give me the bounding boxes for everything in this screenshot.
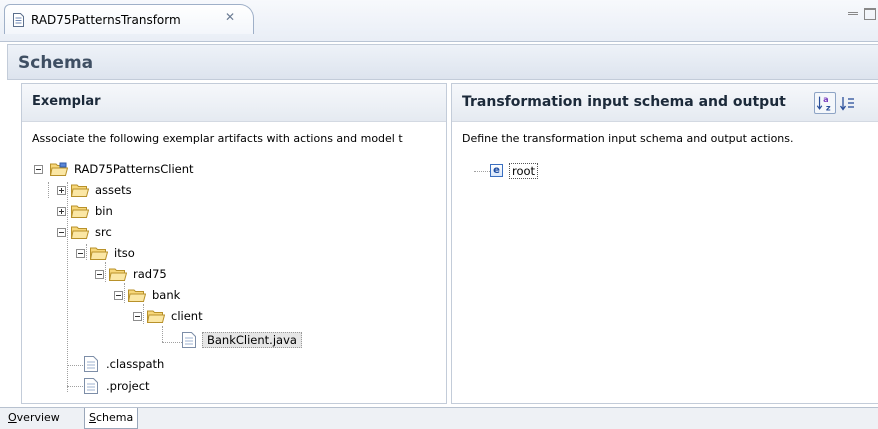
tree-item-label: bank: [152, 288, 181, 302]
folder-icon: [128, 289, 146, 302]
tree-connector: [67, 386, 83, 387]
exemplar-section-header: Exemplar: [22, 84, 446, 122]
file-icon: [84, 378, 98, 394]
tree-connector: [162, 342, 182, 343]
tree-item-label: RAD75PatternsClient: [74, 162, 194, 176]
exemplar-title: Exemplar: [32, 94, 101, 109]
collapse-toggle[interactable]: [34, 165, 43, 174]
file-icon: [84, 356, 98, 372]
transformation-section-header: Transformation input schema and output a…: [452, 84, 878, 122]
element-icon: e: [490, 164, 503, 177]
java-file-icon: [182, 332, 196, 348]
tree-connector: [124, 283, 125, 303]
folder-icon: [147, 310, 165, 323]
tree-item-label: assets: [95, 183, 132, 197]
window-controls: [842, 6, 878, 24]
tab-overview[interactable]: Overview: [4, 408, 64, 429]
tree-connector: [143, 304, 144, 324]
schema-root-element[interactable]: e root: [490, 162, 570, 180]
tab-overview-mnemonic: O: [8, 411, 17, 424]
folder-icon: [71, 226, 89, 239]
page-tab-bar: Overview Schema: [0, 407, 878, 429]
tree-connector: [67, 365, 83, 366]
collapse-toggle[interactable]: [76, 249, 85, 258]
tree-connector: [162, 326, 163, 342]
transformation-description: Define the transformation input schema a…: [462, 132, 794, 145]
expand-toggle[interactable]: [57, 186, 66, 195]
exemplar-section: Exemplar Associate the following exempla…: [21, 83, 447, 404]
tree-item-label: .project: [106, 379, 150, 393]
tree-item-label: src: [95, 225, 112, 239]
tree-item-label: rad75: [133, 267, 167, 281]
collapse-toggle[interactable]: [133, 312, 142, 321]
tab-overview-label: verview: [16, 411, 60, 424]
tree-connector: [105, 262, 106, 282]
exemplar-description: Associate the following exemplar artifac…: [32, 132, 403, 145]
root-element-label: root: [509, 163, 539, 179]
tab-schema-mnemonic: S: [89, 411, 96, 424]
collapse-toggle[interactable]: [114, 291, 123, 300]
tree-connector: [67, 182, 68, 392]
close-icon[interactable]: ✕: [223, 10, 237, 24]
folder-icon: [90, 247, 108, 260]
tree-connector: [48, 182, 49, 198]
tree-item-label: client: [171, 309, 203, 323]
collapse-toggle[interactable]: [95, 270, 104, 279]
tab-schema[interactable]: Schema: [84, 408, 139, 429]
tab-schema-label: chema: [95, 411, 134, 424]
sort-alphabetical-icon[interactable]: a z: [814, 92, 836, 114]
editor-tab-bar: RAD75PatternsTransform ✕: [0, 0, 878, 42]
editor-tab-title: RAD75PatternsTransform: [31, 13, 181, 27]
maximize-icon[interactable]: [864, 8, 876, 20]
editor-tab-rad75patternstransform[interactable]: RAD75PatternsTransform ✕: [4, 4, 254, 34]
minimize-icon[interactable]: [848, 12, 858, 15]
document-icon: [13, 13, 24, 27]
tree-item-label: .classpath: [106, 357, 165, 371]
tree-connector: [474, 171, 490, 172]
svg-text:z: z: [826, 102, 831, 112]
tree-connector: [86, 244, 87, 260]
tree-item-label: BankClient.java: [202, 332, 302, 348]
form-header: Schema: [7, 44, 878, 80]
form-title: Schema: [18, 53, 94, 73]
transformation-section: Transformation input schema and output a…: [451, 83, 878, 404]
transformation-title: Transformation input schema and output: [462, 94, 786, 110]
folder-icon: [109, 268, 127, 281]
collapse-toggle[interactable]: [57, 228, 66, 237]
tree-item-label: itso: [114, 246, 135, 260]
sort-order-icon[interactable]: [838, 92, 860, 114]
project-folder-icon: [50, 162, 68, 176]
folder-icon: [71, 205, 89, 218]
tree-item-label: bin: [95, 204, 113, 218]
folder-icon: [71, 184, 89, 197]
expand-toggle[interactable]: [57, 207, 66, 216]
